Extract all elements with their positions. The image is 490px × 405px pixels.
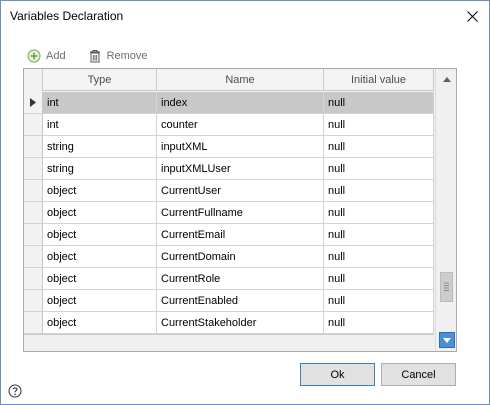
grid-header: Type Name Initial value bbox=[24, 69, 434, 91]
cell-type[interactable]: string bbox=[43, 158, 157, 179]
cell-name[interactable]: CurrentEmail bbox=[157, 224, 324, 245]
row-selector[interactable] bbox=[24, 246, 43, 267]
vertical-scrollbar[interactable] bbox=[435, 69, 456, 351]
add-label: Add bbox=[46, 50, 66, 62]
cell-type[interactable]: object bbox=[43, 290, 157, 311]
cell-name[interactable]: inputXMLUser bbox=[157, 158, 324, 179]
add-button[interactable]: Add bbox=[27, 49, 66, 63]
help-icon[interactable] bbox=[8, 384, 22, 398]
column-header-type[interactable]: Type bbox=[43, 69, 157, 91]
cell-name[interactable]: inputXML bbox=[157, 136, 324, 157]
table-row[interactable]: object CurrentUser null bbox=[24, 180, 434, 202]
cell-name[interactable]: CurrentEnabled bbox=[157, 290, 324, 311]
cell-name[interactable]: CurrentUser bbox=[157, 180, 324, 201]
cell-initial-value[interactable]: null bbox=[324, 92, 434, 113]
grip-icon bbox=[444, 282, 449, 291]
cell-name[interactable]: index bbox=[157, 92, 324, 113]
ok-button[interactable]: Ok bbox=[300, 363, 375, 386]
scroll-down-button[interactable] bbox=[439, 332, 455, 348]
cell-name[interactable]: CurrentRole bbox=[157, 268, 324, 289]
add-icon bbox=[27, 49, 41, 63]
cell-type[interactable]: object bbox=[43, 180, 157, 201]
cell-initial-value[interactable]: null bbox=[324, 224, 434, 245]
toolbar: Add Remove bbox=[27, 47, 170, 65]
row-selector[interactable] bbox=[24, 312, 43, 333]
cell-initial-value[interactable]: null bbox=[324, 290, 434, 311]
cell-initial-value[interactable]: null bbox=[324, 158, 434, 179]
row-pointer-icon bbox=[30, 98, 36, 107]
scroll-up-button[interactable] bbox=[438, 71, 455, 88]
cell-name[interactable]: counter bbox=[157, 114, 324, 135]
row-selector[interactable] bbox=[24, 158, 43, 179]
cell-initial-value[interactable]: null bbox=[324, 268, 434, 289]
cell-initial-value[interactable]: null bbox=[324, 202, 434, 223]
cell-name[interactable]: CurrentDomain bbox=[157, 246, 324, 267]
row-selector[interactable] bbox=[24, 180, 43, 201]
variables-grid: Type Name Initial value int index null i… bbox=[23, 68, 457, 352]
grid-rows: int index null int counter null string i… bbox=[24, 92, 434, 334]
row-selector[interactable] bbox=[24, 224, 43, 245]
cell-name[interactable]: CurrentStakeholder bbox=[157, 312, 324, 333]
title-bar: Variables Declaration bbox=[1, 1, 489, 32]
cell-type[interactable]: object bbox=[43, 268, 157, 289]
cancel-button[interactable]: Cancel bbox=[381, 363, 456, 386]
cell-type[interactable]: object bbox=[43, 224, 157, 245]
remove-label: Remove bbox=[106, 50, 148, 62]
row-header-corner bbox=[24, 69, 43, 91]
cell-type[interactable]: string bbox=[43, 136, 157, 157]
column-header-name[interactable]: Name bbox=[157, 69, 324, 91]
table-row[interactable]: object CurrentEnabled null bbox=[24, 290, 434, 312]
remove-button[interactable]: Remove bbox=[88, 49, 148, 63]
dialog-window: Variables Declaration Add Remove Type Na… bbox=[0, 0, 490, 405]
cell-type[interactable]: int bbox=[43, 92, 157, 113]
row-selector[interactable] bbox=[24, 202, 43, 223]
row-selector[interactable] bbox=[24, 92, 43, 113]
arrow-down-icon bbox=[443, 337, 451, 343]
close-button[interactable] bbox=[455, 1, 489, 32]
row-selector[interactable] bbox=[24, 268, 43, 289]
arrow-up-icon bbox=[442, 77, 451, 82]
table-row[interactable]: object CurrentFullname null bbox=[24, 202, 434, 224]
cell-initial-value[interactable]: null bbox=[324, 312, 434, 333]
table-row[interactable]: object CurrentStakeholder null bbox=[24, 312, 434, 334]
cell-name[interactable]: CurrentFullname bbox=[157, 202, 324, 223]
row-selector[interactable] bbox=[24, 114, 43, 135]
column-header-initial-value[interactable]: Initial value bbox=[324, 69, 434, 91]
cell-initial-value[interactable]: null bbox=[324, 246, 434, 267]
table-row[interactable]: string inputXML null bbox=[24, 136, 434, 158]
scrollbar-thumb[interactable] bbox=[440, 272, 453, 302]
table-row[interactable]: int index null bbox=[24, 92, 434, 114]
table-row[interactable]: int counter null bbox=[24, 114, 434, 136]
row-selector[interactable] bbox=[24, 136, 43, 157]
cell-initial-value[interactable]: null bbox=[324, 180, 434, 201]
cell-type[interactable]: object bbox=[43, 246, 157, 267]
cell-type[interactable]: object bbox=[43, 202, 157, 223]
close-icon bbox=[466, 11, 478, 22]
cell-type[interactable]: object bbox=[43, 312, 157, 333]
cell-initial-value[interactable]: null bbox=[324, 136, 434, 157]
row-selector[interactable] bbox=[24, 290, 43, 311]
table-row[interactable]: object CurrentRole null bbox=[24, 268, 434, 290]
dialog-title: Variables Declaration bbox=[10, 9, 124, 23]
cell-type[interactable]: int bbox=[43, 114, 157, 135]
table-row[interactable]: object CurrentEmail null bbox=[24, 224, 434, 246]
trash-icon bbox=[89, 50, 100, 63]
grid-footer bbox=[24, 334, 434, 351]
cell-initial-value[interactable]: null bbox=[324, 114, 434, 135]
table-row[interactable]: string inputXMLUser null bbox=[24, 158, 434, 180]
table-row[interactable]: object CurrentDomain null bbox=[24, 246, 434, 268]
